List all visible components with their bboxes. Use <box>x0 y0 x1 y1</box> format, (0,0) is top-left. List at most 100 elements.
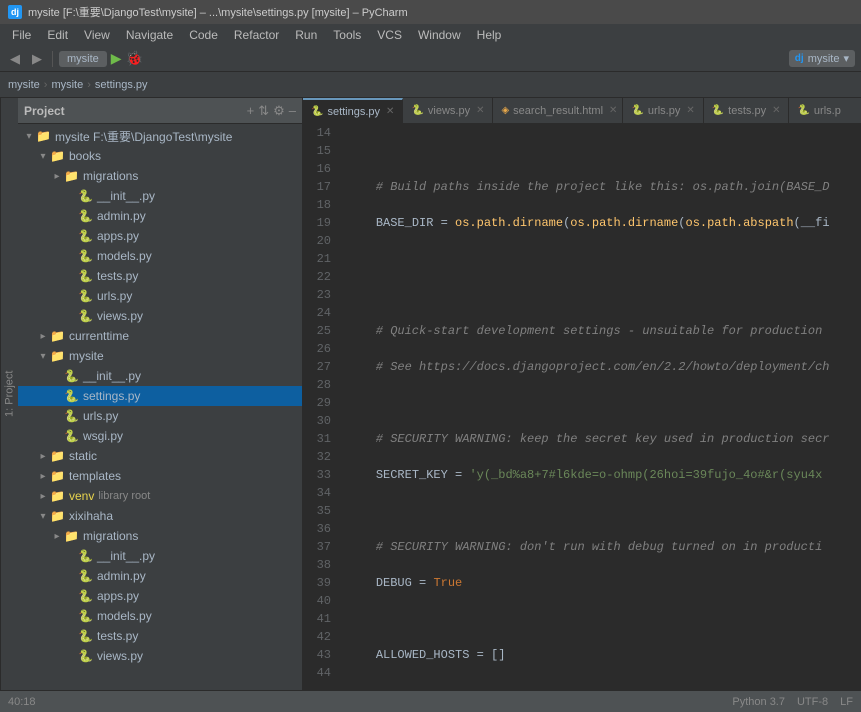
arrow-icon: ▾ <box>36 351 50 362</box>
menu-run[interactable]: Run <box>287 26 325 44</box>
list-item[interactable]: ▸ 📁 migrations <box>18 166 302 186</box>
arrow-icon: ▾ <box>36 511 50 522</box>
tab-search-result[interactable]: ◈ search_result.html ✕ <box>493 98 623 123</box>
tab-html-icon: ◈ <box>501 105 509 116</box>
bc-item-3[interactable]: settings.py <box>95 79 148 91</box>
arrow-icon: ▸ <box>36 331 50 342</box>
menu-view[interactable]: View <box>76 26 118 44</box>
list-item[interactable]: 🐍 models.py <box>18 246 302 266</box>
list-item[interactable]: ▾ 📁 xixihaha <box>18 506 302 526</box>
back-button[interactable]: ◀ <box>6 49 24 69</box>
menu-window[interactable]: Window <box>410 26 469 44</box>
arrow-icon: ▸ <box>36 491 50 502</box>
tab-tests-py[interactable]: 🐍 tests.py ✕ <box>704 98 790 123</box>
list-item[interactable]: ▸ 📁 static <box>18 446 302 466</box>
code-line: SECRET_KEY = 'y(_bd%a8+7#l6kde=o-ohmp(26… <box>347 466 861 484</box>
menu-navigate[interactable]: Navigate <box>118 26 181 44</box>
project-title: Project <box>24 104 247 118</box>
list-item[interactable]: 🐍 __init__.py <box>18 366 302 386</box>
debug-button[interactable]: 🐞 <box>126 50 143 67</box>
menu-file[interactable]: File <box>4 26 39 44</box>
toolbar-sep-1 <box>52 51 53 67</box>
list-item[interactable]: 🐍 __init__.py <box>18 546 302 566</box>
tree-item-label: apps.py <box>97 589 139 603</box>
tab-close-icon[interactable]: ✕ <box>609 105 617 116</box>
tree-item-label: migrations <box>83 529 138 543</box>
settings-icon[interactable]: ⚙ <box>273 103 285 119</box>
menu-code[interactable]: Code <box>181 26 226 44</box>
list-item[interactable]: ▸ 📁 templates <box>18 466 302 486</box>
list-item[interactable]: ▸ 📁 venv library root <box>18 486 302 506</box>
run-button[interactable]: ▶ <box>111 50 122 67</box>
list-item[interactable]: 🐍 views.py <box>18 646 302 666</box>
menu-help[interactable]: Help <box>469 26 510 44</box>
minimize-icon[interactable]: – <box>289 103 296 119</box>
tab-urls-py[interactable]: 🐍 urls.py ✕ <box>623 98 703 123</box>
tree-item-label: mysite F:\重要\DjangoTest\mysite <box>55 128 232 145</box>
list-item[interactable]: ▾ 📁 mysite <box>18 346 302 366</box>
tree-root[interactable]: ▾ 📁 mysite F:\重要\DjangoTest\mysite <box>18 126 302 146</box>
tab-label: urls.py <box>648 105 680 117</box>
code-line <box>347 286 861 304</box>
py-file-icon: 🐍 <box>78 649 94 663</box>
menu-refactor[interactable]: Refactor <box>226 26 287 44</box>
list-item[interactable]: 🐍 wsgi.py <box>18 426 302 446</box>
py-file-icon: 🐍 <box>78 569 94 583</box>
list-item[interactable]: 🐍 urls.py <box>18 286 302 306</box>
tab-close-icon[interactable]: ✕ <box>686 105 694 116</box>
sync-icon[interactable]: ⇅ <box>258 103 269 119</box>
tree-item-label: tests.py <box>97 629 138 643</box>
list-item[interactable]: 🐍 settings.py <box>18 386 302 406</box>
tab-label: views.py <box>428 105 470 117</box>
menu-tools[interactable]: Tools <box>325 26 369 44</box>
py-file-icon: 🐍 <box>78 309 94 323</box>
library-root-label: library root <box>98 490 150 502</box>
tree-item-label: currenttime <box>69 329 129 343</box>
bc-item-1[interactable]: mysite <box>8 79 40 91</box>
run-config[interactable]: mysite <box>59 51 107 67</box>
title-bar: dj mysite [F:\重要\DjangoTest\mysite] – ..… <box>0 0 861 24</box>
folder-icon: 📁 <box>50 469 66 483</box>
add-icon[interactable]: + <box>247 103 255 119</box>
list-item[interactable]: ▸ 📁 migrations <box>18 526 302 546</box>
list-item[interactable]: 🐍 __init__.py <box>18 186 302 206</box>
tree-item-label: admin.py <box>97 569 146 583</box>
tab-views-py[interactable]: 🐍 views.py ✕ <box>403 98 493 123</box>
list-item[interactable]: 🐍 apps.py <box>18 226 302 246</box>
folder-icon: 📁 <box>50 149 66 163</box>
list-item[interactable]: ▾ 📁 books <box>18 146 302 166</box>
list-item[interactable]: 🐍 models.py <box>18 606 302 626</box>
status-line-sep: LF <box>840 696 853 708</box>
list-item[interactable]: 🐍 admin.py <box>18 566 302 586</box>
mysite-badge[interactable]: dj mysite ▾ <box>789 50 855 67</box>
py-file-icon: 🐍 <box>78 589 94 603</box>
menu-vcs[interactable]: VCS <box>369 26 410 44</box>
py-file-icon: 🐍 <box>64 409 80 423</box>
arrow-icon: ▾ <box>36 151 50 162</box>
badge-dropdown[interactable]: ▾ <box>843 52 849 65</box>
list-item[interactable]: 🐍 views.py <box>18 306 302 326</box>
tree-item-label: mysite <box>69 349 104 363</box>
status-line-col: 40:18 <box>8 696 36 708</box>
list-item[interactable]: 🐍 tests.py <box>18 266 302 286</box>
menu-edit[interactable]: Edit <box>39 26 76 44</box>
code-editor[interactable]: 14 15 16 17 18 19 20 21 22 23 24 25 26 2… <box>303 124 861 690</box>
tab-close-icon[interactable]: ✕ <box>772 105 780 116</box>
tab-py-icon: 🐍 <box>712 105 724 116</box>
tree-item-label: urls.py <box>97 289 132 303</box>
tab-close-icon[interactable]: ✕ <box>476 105 484 116</box>
forward-button[interactable]: ▶ <box>28 49 46 69</box>
panel-with-label: 1: Project Project + ⇅ ⚙ – ▾ 📁 mysite F:… <box>0 98 303 690</box>
tab-settings-py[interactable]: 🐍 settings.py ✕ <box>303 98 403 123</box>
bc-item-2[interactable]: mysite <box>51 79 83 91</box>
py-file-icon: 🐍 <box>78 289 94 303</box>
list-item[interactable]: 🐍 tests.py <box>18 626 302 646</box>
list-item[interactable]: 🐍 apps.py <box>18 586 302 606</box>
side-panel-label[interactable]: 1: Project <box>0 98 18 690</box>
arrow-icon: ▸ <box>36 471 50 482</box>
list-item[interactable]: 🐍 urls.py <box>18 406 302 426</box>
tab-urls-py-2[interactable]: 🐍 urls.p <box>789 98 861 123</box>
list-item[interactable]: 🐍 admin.py <box>18 206 302 226</box>
list-item[interactable]: ▸ 📁 currenttime <box>18 326 302 346</box>
tab-close-icon[interactable]: ✕ <box>386 106 394 117</box>
